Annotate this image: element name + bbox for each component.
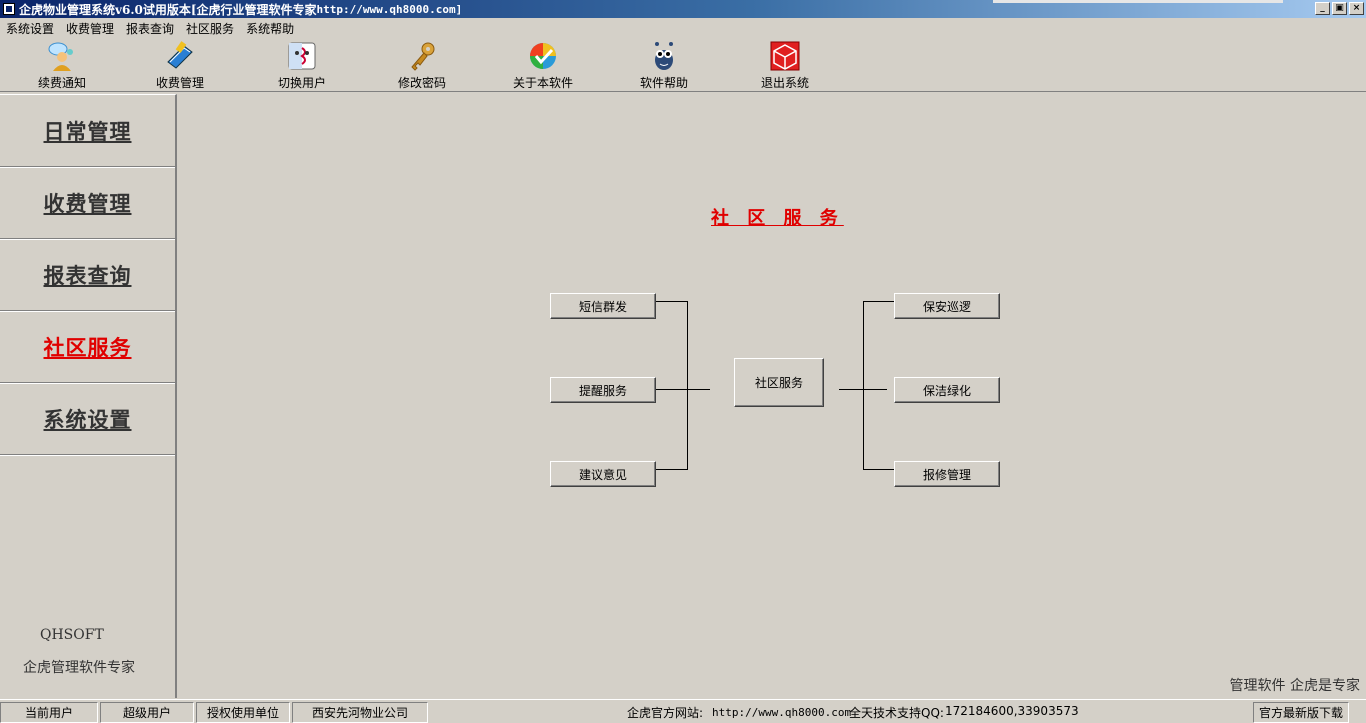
menu-community-service[interactable]: 社区服务	[186, 20, 234, 37]
help-mascot-icon	[648, 40, 680, 72]
menu-system-help[interactable]: 系统帮助	[246, 20, 294, 37]
support-qq: 172184600,33903573	[945, 704, 1079, 718]
user-notify-icon	[46, 40, 78, 72]
key-icon	[406, 40, 438, 72]
about-software-button[interactable]: 关于本软件	[498, 40, 588, 90]
section-title: 社 区 服 务	[711, 208, 844, 229]
change-password-button[interactable]: 修改密码	[377, 40, 467, 90]
fee-book-icon	[164, 40, 196, 72]
nav-fee-management[interactable]: 收费管理	[0, 167, 175, 239]
window-controls: _ ▣ ×	[1315, 2, 1364, 15]
cleaning-greening-button[interactable]: 保洁绿化	[894, 377, 1000, 403]
left-nav: 日常管理 收费管理 报表查询 社区服务 系统设置 QHSOFT 企虎管理软件专家	[0, 94, 177, 698]
licensee-value: 西安先河物业公司	[292, 702, 428, 723]
title-bar-strip	[993, 0, 1283, 3]
reminder-service-button[interactable]: 提醒服务	[550, 377, 656, 403]
app-icon[interactable]	[3, 3, 15, 15]
nav-daily-management[interactable]: 日常管理	[0, 95, 175, 167]
exit-system-button[interactable]: 退出系统	[740, 40, 830, 90]
current-user-label: 当前用户	[0, 702, 98, 723]
slogan: 管理软件 企虎是专家	[1229, 678, 1360, 694]
toolbar-label: 续费通知	[37, 76, 86, 90]
latest-download-button[interactable]: 官方最新版下载	[1253, 702, 1349, 723]
main-panel: 社 区 服 务 短信群发 提醒服务 建议意见 社区服务 保安巡逻 保洁绿化 报修…	[179, 94, 1366, 698]
exit-cube-icon	[769, 40, 801, 72]
website-label: 企虎官方网站:	[627, 706, 704, 720]
menu-fee-management[interactable]: 收费管理	[66, 20, 114, 37]
nav-community-service[interactable]: 社区服务	[0, 311, 175, 383]
window-title-url: http://www.qh8000.com]	[316, 2, 463, 16]
sms-broadcast-button[interactable]: 短信群发	[550, 293, 656, 319]
licensee-label: 授权使用单位	[196, 702, 290, 723]
restore-button[interactable]: ▣	[1332, 2, 1347, 15]
toolbar-label: 退出系统	[760, 76, 809, 90]
connector-line	[863, 301, 895, 302]
connector-line	[863, 469, 895, 470]
renewal-notice-button[interactable]: 续费通知	[17, 40, 107, 90]
support-label: 全天技术支持QQ:	[849, 706, 944, 720]
menu-bar: 系统设置 收费管理 报表查询 社区服务 系统帮助	[0, 18, 1366, 38]
menu-report-query[interactable]: 报表查询	[126, 20, 174, 37]
nav-label: 报表查询	[43, 262, 132, 288]
window-title: 企虎物业管理系统v6.0试用版本[企虎行业管理软件专家	[19, 2, 317, 17]
title-bar: 企虎物业管理系统v6.0试用版本[企虎行业管理软件专家 http://www.q…	[0, 0, 1366, 18]
toolbar-label: 收费管理	[155, 76, 204, 90]
software-help-button[interactable]: 软件帮助	[619, 40, 709, 90]
website-link[interactable]: http://www.qh8000.com	[712, 706, 851, 719]
connector-line	[655, 301, 688, 302]
brand-en: QHSOFT	[40, 627, 104, 643]
about-check-icon	[527, 40, 559, 72]
connector-line	[655, 389, 710, 390]
toolbar-label: 关于本软件	[512, 76, 573, 90]
minimize-button[interactable]: _	[1315, 2, 1330, 15]
nav-label: 收费管理	[43, 190, 132, 216]
toolbar: 续费通知 收费管理 切换用户 修改密码 关于本软件 软件帮助 退出系统	[0, 38, 1366, 92]
nav-system-settings[interactable]: 系统设置	[0, 383, 175, 455]
brand-cn: 企虎管理软件专家	[23, 660, 135, 676]
toolbar-label: 修改密码	[397, 76, 446, 90]
close-button[interactable]: ×	[1349, 2, 1364, 15]
nav-label: 系统设置	[43, 406, 132, 432]
security-patrol-button[interactable]: 保安巡逻	[894, 293, 1000, 319]
toolbar-label: 软件帮助	[639, 76, 688, 90]
toolbar-label: 切换用户	[277, 76, 326, 90]
connector-line	[655, 469, 688, 470]
switch-user-button[interactable]: 切换用户	[257, 40, 347, 90]
fee-management-button[interactable]: 收费管理	[135, 40, 225, 90]
nav-label: 社区服务	[43, 334, 132, 360]
repair-management-button[interactable]: 报修管理	[894, 461, 1000, 487]
current-user-value: 超级用户	[100, 702, 194, 723]
nav-report-query[interactable]: 报表查询	[0, 239, 175, 311]
nav-label: 日常管理	[43, 118, 132, 144]
suggestions-button[interactable]: 建议意见	[550, 461, 656, 487]
connector-line	[687, 301, 688, 470]
menu-system-settings[interactable]: 系统设置	[6, 20, 54, 37]
community-service-button[interactable]: 社区服务	[734, 358, 824, 407]
switch-user-icon	[286, 40, 318, 72]
connector-line	[863, 301, 864, 470]
status-bar: 当前用户 超级用户 授权使用单位 西安先河物业公司 企虎官方网站: http:/…	[0, 699, 1366, 723]
